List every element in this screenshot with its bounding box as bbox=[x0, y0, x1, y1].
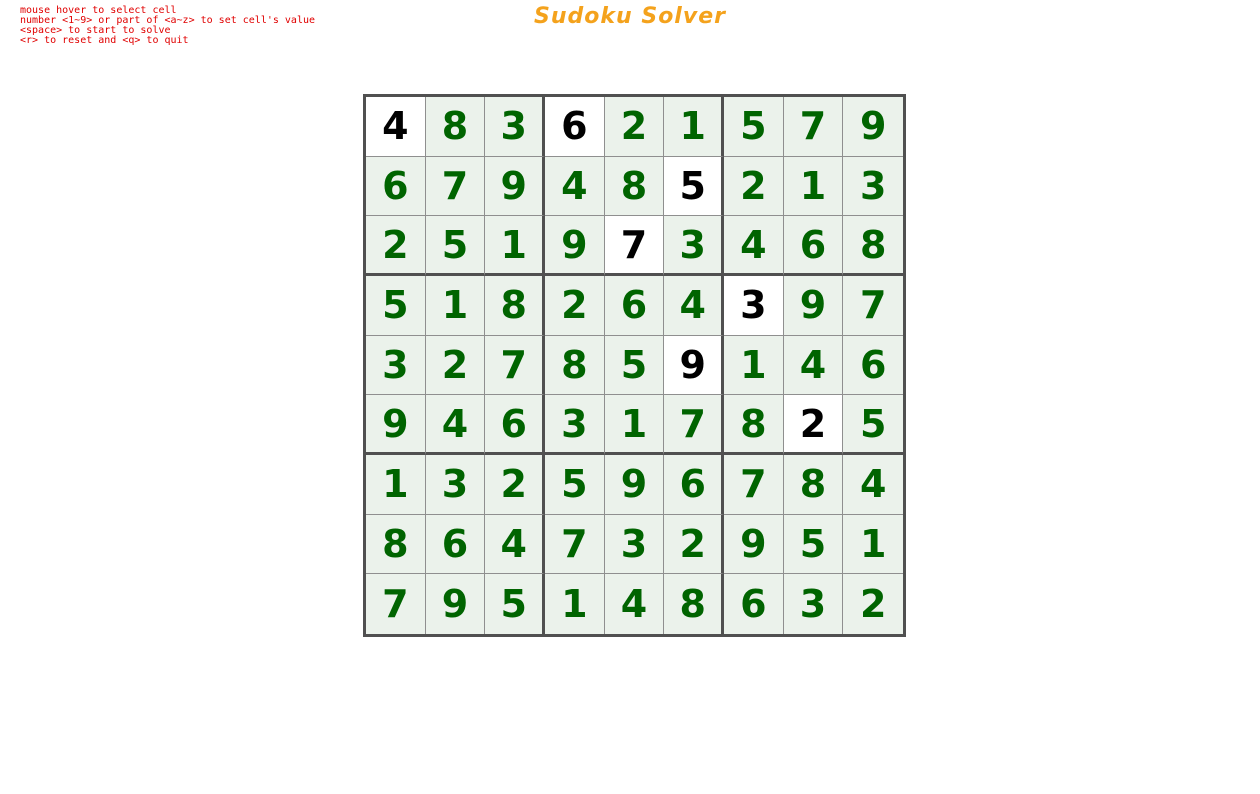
sudoku-cell-r2-c3[interactable]: 9 bbox=[485, 156, 545, 217]
sudoku-cell-r4-c6[interactable]: 4 bbox=[664, 276, 724, 336]
sudoku-cell-r4-c3[interactable]: 8 bbox=[485, 276, 545, 336]
sudoku-cell-r1-c7[interactable]: 5 bbox=[724, 97, 784, 157]
sudoku-cell-r9-c2[interactable]: 9 bbox=[425, 574, 486, 634]
sudoku-cell-r1-c8[interactable]: 7 bbox=[783, 97, 844, 157]
sudoku-cell-r6-c3[interactable]: 6 bbox=[485, 395, 545, 455]
sudoku-cell-r4-c8[interactable]: 9 bbox=[783, 276, 844, 336]
sudoku-cell-r4-c5[interactable]: 6 bbox=[604, 276, 665, 336]
sudoku-cell-r8-c4[interactable]: 7 bbox=[545, 514, 605, 575]
sudoku-cell-r5-c2[interactable]: 2 bbox=[425, 335, 486, 396]
sudoku-cell-r2-c2[interactable]: 7 bbox=[425, 156, 486, 217]
sudoku-cell-r8-c5[interactable]: 3 bbox=[604, 514, 665, 575]
sudoku-cell-r7-c1[interactable]: 1 bbox=[366, 455, 426, 515]
sudoku-cell-r6-c5[interactable]: 1 bbox=[604, 395, 665, 455]
sudoku-cell-r3-c2[interactable]: 5 bbox=[425, 216, 486, 276]
sudoku-cell-r8-c6[interactable]: 2 bbox=[664, 514, 724, 575]
sudoku-cell-r4-c7[interactable]: 3 bbox=[724, 276, 784, 336]
sudoku-cell-r6-c8[interactable]: 2 bbox=[783, 395, 844, 455]
sudoku-cell-r1-c1[interactable]: 4 bbox=[366, 97, 426, 157]
sudoku-cell-r9-c8[interactable]: 3 bbox=[783, 574, 844, 634]
sudoku-cell-r2-c1[interactable]: 6 bbox=[366, 156, 426, 217]
sudoku-cell-r7-c3[interactable]: 2 bbox=[485, 455, 545, 515]
sudoku-cell-r9-c3[interactable]: 5 bbox=[485, 574, 545, 634]
sudoku-cell-r7-c2[interactable]: 3 bbox=[425, 455, 486, 515]
sudoku-cell-r5-c5[interactable]: 5 bbox=[604, 335, 665, 396]
sudoku-cell-r3-c9[interactable]: 8 bbox=[843, 216, 903, 276]
sudoku-cell-r6-c9[interactable]: 5 bbox=[843, 395, 903, 455]
sudoku-cell-r8-c8[interactable]: 5 bbox=[783, 514, 844, 575]
sudoku-cell-r1-c4[interactable]: 6 bbox=[545, 97, 605, 157]
sudoku-cell-r9-c9[interactable]: 2 bbox=[843, 574, 903, 634]
sudoku-cell-r8-c9[interactable]: 1 bbox=[843, 514, 903, 575]
sudoku-cell-r5-c4[interactable]: 8 bbox=[545, 335, 605, 396]
sudoku-cell-r3-c8[interactable]: 6 bbox=[783, 216, 844, 276]
sudoku-cell-r4-c4[interactable]: 2 bbox=[545, 276, 605, 336]
sudoku-cell-r9-c4[interactable]: 1 bbox=[545, 574, 605, 634]
sudoku-cell-r5-c1[interactable]: 3 bbox=[366, 335, 426, 396]
sudoku-cell-r3-c1[interactable]: 2 bbox=[366, 216, 426, 276]
sudoku-cell-r6-c1[interactable]: 9 bbox=[366, 395, 426, 455]
sudoku-cell-r7-c9[interactable]: 4 bbox=[843, 455, 903, 515]
sudoku-cell-r2-c6[interactable]: 5 bbox=[664, 156, 724, 217]
sudoku-cell-r8-c3[interactable]: 4 bbox=[485, 514, 545, 575]
sudoku-cell-r6-c7[interactable]: 8 bbox=[724, 395, 784, 455]
sudoku-cell-r5-c7[interactable]: 1 bbox=[724, 335, 784, 396]
sudoku-cell-r2-c5[interactable]: 8 bbox=[604, 156, 665, 217]
sudoku-cell-r3-c3[interactable]: 1 bbox=[485, 216, 545, 276]
sudoku-cell-r7-c8[interactable]: 8 bbox=[783, 455, 844, 515]
sudoku-cell-r1-c5[interactable]: 2 bbox=[604, 97, 665, 157]
sudoku-cell-r1-c6[interactable]: 1 bbox=[664, 97, 724, 157]
sudoku-cell-r3-c6[interactable]: 3 bbox=[664, 216, 724, 276]
sudoku-cell-r5-c6[interactable]: 9 bbox=[664, 335, 724, 396]
sudoku-cell-r5-c3[interactable]: 7 bbox=[485, 335, 545, 396]
sudoku-cell-r6-c4[interactable]: 3 bbox=[545, 395, 605, 455]
sudoku-cell-r3-c4[interactable]: 9 bbox=[545, 216, 605, 276]
sudoku-cell-r6-c2[interactable]: 4 bbox=[425, 395, 486, 455]
sudoku-cell-r1-c2[interactable]: 8 bbox=[425, 97, 486, 157]
sudoku-cell-r4-c1[interactable]: 5 bbox=[366, 276, 426, 336]
sudoku-cell-r3-c7[interactable]: 4 bbox=[724, 216, 784, 276]
sudoku-cell-r2-c8[interactable]: 1 bbox=[783, 156, 844, 217]
sudoku-cell-r8-c2[interactable]: 6 bbox=[425, 514, 486, 575]
sudoku-cell-r6-c6[interactable]: 7 bbox=[664, 395, 724, 455]
sudoku-cell-r4-c2[interactable]: 1 bbox=[425, 276, 486, 336]
sudoku-cell-r9-c1[interactable]: 7 bbox=[366, 574, 426, 634]
sudoku-cell-r8-c1[interactable]: 8 bbox=[366, 514, 426, 575]
sudoku-cell-r7-c7[interactable]: 7 bbox=[724, 455, 784, 515]
sudoku-cell-r7-c4[interactable]: 5 bbox=[545, 455, 605, 515]
sudoku-cell-r1-c3[interactable]: 3 bbox=[485, 97, 545, 157]
sudoku-cell-r2-c9[interactable]: 3 bbox=[843, 156, 903, 217]
sudoku-cell-r2-c4[interactable]: 4 bbox=[545, 156, 605, 217]
sudoku-board: 4836215796794852132519734685182643973278… bbox=[363, 94, 906, 637]
sudoku-cell-r1-c9[interactable]: 9 bbox=[843, 97, 903, 157]
sudoku-cell-r5-c8[interactable]: 4 bbox=[783, 335, 844, 396]
help-line-reset-quit: <r> to reset and <q> to quit bbox=[20, 35, 189, 46]
sudoku-cell-r9-c5[interactable]: 4 bbox=[604, 574, 665, 634]
sudoku-cell-r9-c6[interactable]: 8 bbox=[664, 574, 724, 634]
sudoku-cell-r3-c5[interactable]: 7 bbox=[604, 216, 665, 276]
sudoku-cell-r8-c7[interactable]: 9 bbox=[724, 514, 784, 575]
sudoku-cell-r7-c6[interactable]: 6 bbox=[664, 455, 724, 515]
app-title: Sudoku Solver bbox=[534, 4, 726, 29]
sudoku-cell-r9-c7[interactable]: 6 bbox=[724, 574, 784, 634]
sudoku-cell-r2-c7[interactable]: 2 bbox=[724, 156, 784, 217]
sudoku-cell-r4-c9[interactable]: 7 bbox=[843, 276, 903, 336]
sudoku-cell-r7-c5[interactable]: 9 bbox=[604, 455, 665, 515]
sudoku-cell-r5-c9[interactable]: 6 bbox=[843, 335, 903, 396]
